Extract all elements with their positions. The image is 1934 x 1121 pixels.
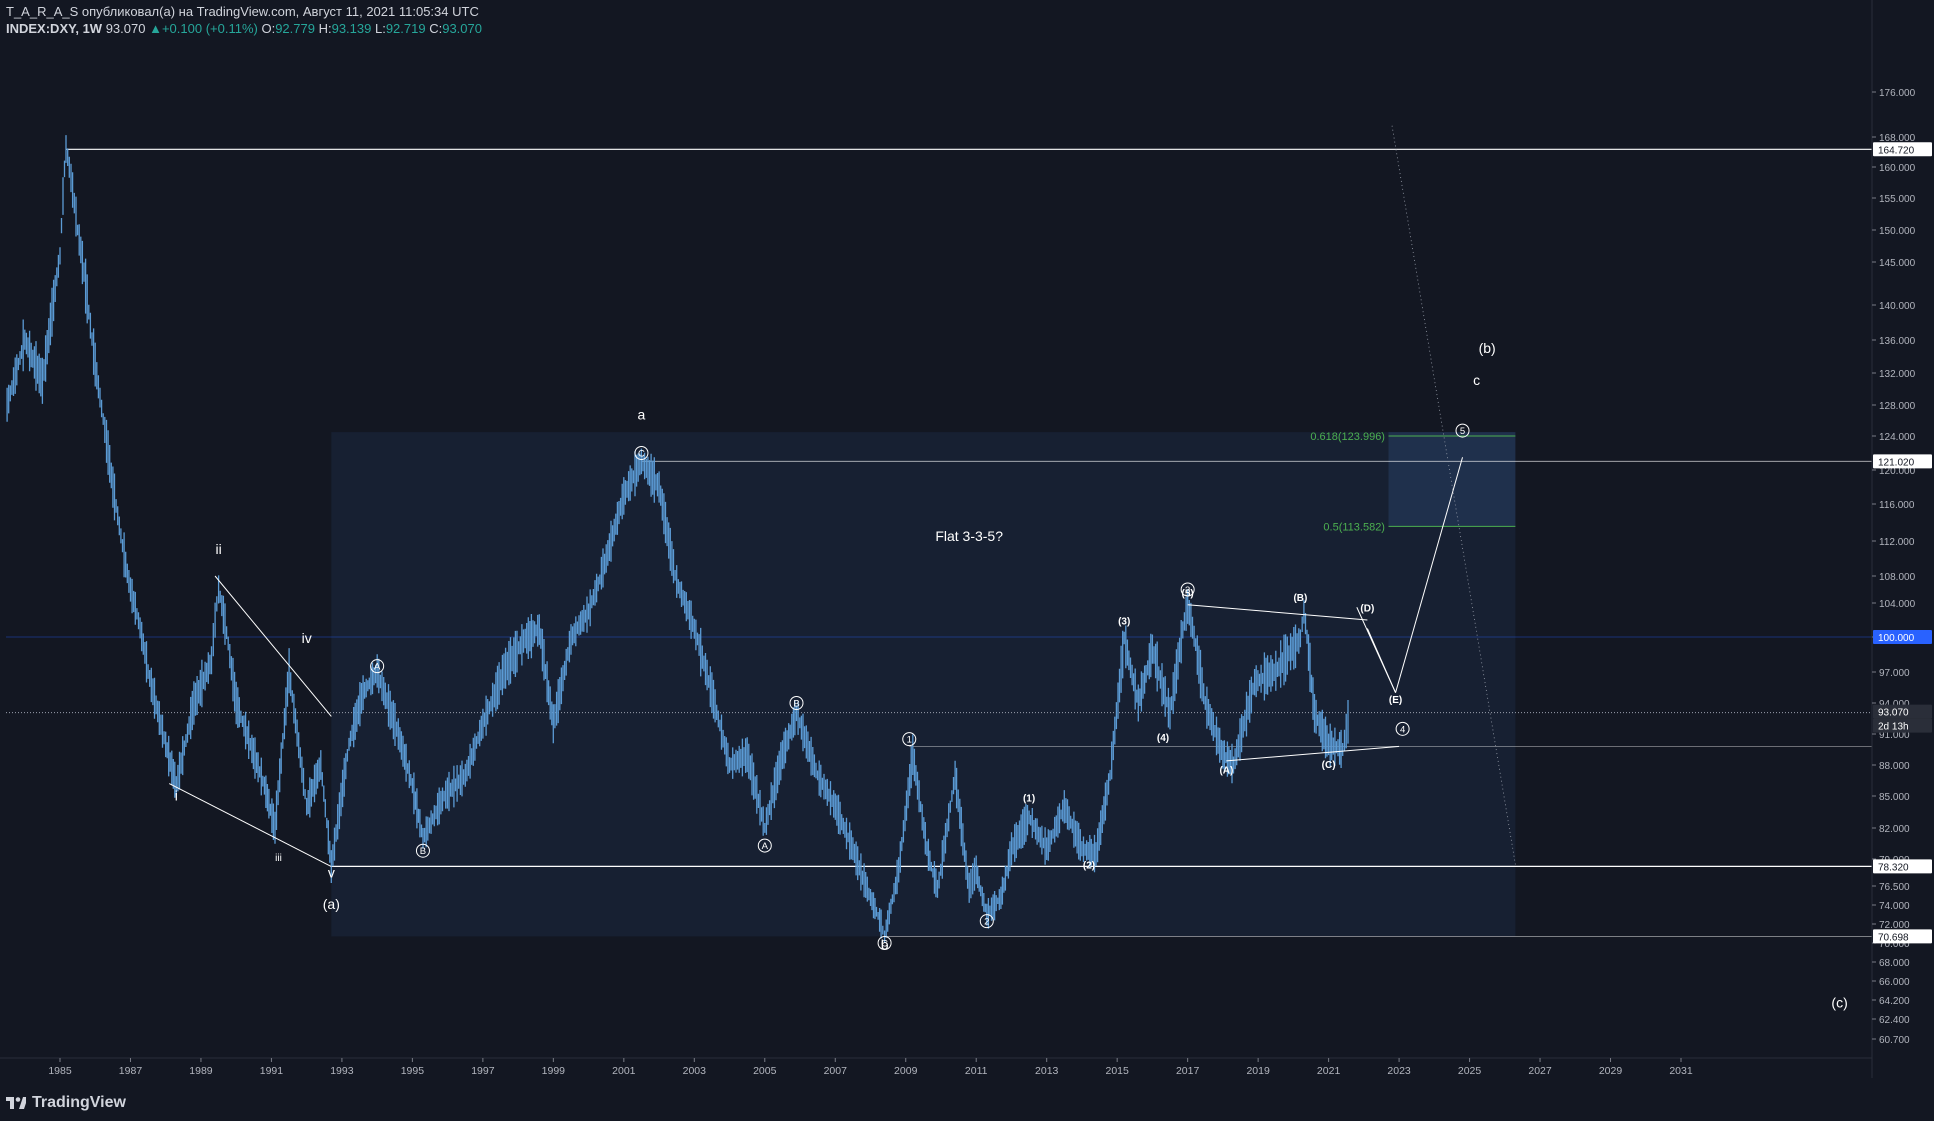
price-tick-label: 68.000 bbox=[1879, 958, 1910, 969]
wave-label: (A) bbox=[1219, 765, 1233, 776]
price-tick-label: 140.000 bbox=[1879, 301, 1916, 312]
wave-label: ii bbox=[215, 541, 221, 557]
price-tick-label: 108.000 bbox=[1879, 572, 1916, 583]
circled-wave-label: 4 bbox=[1400, 724, 1405, 735]
price-tag-label: 2d 13h bbox=[1878, 722, 1909, 733]
time-tick-label: 2025 bbox=[1458, 1065, 1482, 1077]
price-tick-label: 145.000 bbox=[1879, 258, 1916, 269]
price-tick-label: 112.000 bbox=[1879, 537, 1915, 548]
price-tag-label: 100.000 bbox=[1878, 633, 1915, 644]
price-tag-label: 121.020 bbox=[1878, 457, 1915, 468]
time-tick-label: 2009 bbox=[894, 1065, 918, 1077]
fib-label: 0.5(113.582) bbox=[1323, 521, 1385, 533]
wave-label: v bbox=[328, 864, 335, 880]
wave-label: c bbox=[1473, 372, 1480, 388]
time-tick-label: 1997 bbox=[471, 1065, 495, 1077]
time-tick-label: 2003 bbox=[683, 1065, 707, 1077]
price-tick-label: 74.000 bbox=[1879, 901, 1910, 912]
price-tick-label: 150.000 bbox=[1879, 226, 1916, 237]
wave-label: (E) bbox=[1389, 695, 1402, 706]
circled-wave-label: 3 bbox=[1185, 585, 1190, 596]
circled-wave-label: C bbox=[638, 449, 645, 460]
price-tick-label: 116.000 bbox=[1879, 500, 1915, 511]
wave-label: i bbox=[175, 787, 178, 803]
price-tick-label: 132.000 bbox=[1879, 369, 1916, 380]
price-tag-label: 70.698 bbox=[1878, 932, 1909, 943]
circled-wave-label: 5 bbox=[1460, 426, 1465, 437]
time-tick-label: 1993 bbox=[330, 1065, 354, 1077]
wave-label: (C) bbox=[1322, 760, 1336, 771]
price-tick-label: 124.000 bbox=[1879, 432, 1916, 443]
price-tick-label: 155.000 bbox=[1879, 194, 1916, 205]
time-tick-label: 1999 bbox=[542, 1065, 566, 1077]
time-tick-label: 2031 bbox=[1669, 1065, 1693, 1077]
price-tag-label: 78.320 bbox=[1878, 862, 1909, 873]
wave-label: (2) bbox=[1083, 861, 1095, 872]
circled-wave-label: A bbox=[374, 662, 381, 673]
price-tick-label: 64.200 bbox=[1879, 996, 1910, 1007]
wave-label: iv bbox=[302, 630, 312, 646]
time-tick-label: 2021 bbox=[1317, 1065, 1341, 1077]
price-tick-label: 66.000 bbox=[1879, 977, 1910, 988]
time-tick-label: 2001 bbox=[612, 1065, 636, 1077]
time-tick-label: 2023 bbox=[1387, 1065, 1411, 1077]
wave-label: (B) bbox=[1293, 593, 1307, 604]
price-tick-label: 60.700 bbox=[1879, 1035, 1910, 1046]
time-tick-label: 1985 bbox=[48, 1065, 72, 1077]
footer-brand: TradingView bbox=[6, 1092, 126, 1114]
wave-label: (b) bbox=[1479, 340, 1496, 356]
fib-label: 0.618(123.996) bbox=[1310, 431, 1385, 443]
wave-label: (1) bbox=[1023, 793, 1035, 804]
wave-label: (c) bbox=[1831, 994, 1847, 1010]
wave-label: Flat 3-3-5? bbox=[935, 528, 1003, 544]
time-tick-label: 2013 bbox=[1035, 1065, 1059, 1077]
price-tag-label: 164.720 bbox=[1878, 145, 1915, 156]
tradingview-logo-icon bbox=[6, 1097, 26, 1109]
wave-label: (4) bbox=[1157, 733, 1169, 744]
time-tick-label: 2019 bbox=[1246, 1065, 1270, 1077]
price-tick-label: 160.000 bbox=[1879, 163, 1916, 174]
price-tick-label: 76.500 bbox=[1879, 882, 1910, 893]
time-tick-label: 2007 bbox=[824, 1065, 848, 1077]
time-tick-label: 2011 bbox=[965, 1065, 988, 1077]
circled-wave-label: 2 bbox=[984, 917, 989, 928]
price-tick-label: 97.000 bbox=[1879, 668, 1910, 679]
price-tick-label: 62.400 bbox=[1879, 1015, 1910, 1026]
price-tick-label: 85.000 bbox=[1879, 792, 1910, 803]
brand-name: TradingView bbox=[32, 1094, 126, 1111]
price-tick-label: 88.000 bbox=[1879, 761, 1910, 772]
time-tick-label: 2017 bbox=[1176, 1065, 1200, 1077]
price-tag-label: 93.070 bbox=[1878, 708, 1909, 719]
time-tick-label: 1989 bbox=[189, 1065, 213, 1077]
wave-label: (D) bbox=[1360, 604, 1374, 615]
price-tick-label: 128.000 bbox=[1879, 401, 1916, 412]
time-tick-label: 2029 bbox=[1599, 1065, 1623, 1077]
price-chart[interactable]: 0.618(123.996)0.5(113.582)iiiiiiivv(a)ab… bbox=[0, 0, 1934, 1121]
wave-label: a bbox=[638, 407, 646, 423]
target-zone bbox=[1388, 432, 1516, 527]
wave-label: iii bbox=[275, 853, 282, 864]
time-tick-label: 2027 bbox=[1528, 1065, 1552, 1077]
time-tick-label: 1991 bbox=[260, 1065, 284, 1077]
time-tick-label: 1987 bbox=[119, 1065, 143, 1077]
time-tick-label: 2005 bbox=[753, 1065, 777, 1077]
time-tick-label: 2015 bbox=[1105, 1065, 1129, 1077]
circled-wave-label: A bbox=[762, 841, 769, 852]
time-tick-label: 1995 bbox=[401, 1065, 425, 1077]
wave-label: (3) bbox=[1118, 616, 1130, 627]
circled-wave-label: B bbox=[793, 699, 799, 710]
price-tick-label: 104.000 bbox=[1879, 599, 1916, 610]
price-tick-label: 136.000 bbox=[1879, 336, 1916, 347]
circled-wave-label: C bbox=[881, 939, 888, 950]
wave-label: (a) bbox=[323, 896, 340, 912]
price-tick-label: 72.000 bbox=[1879, 920, 1910, 931]
price-tick-label: 82.000 bbox=[1879, 824, 1910, 835]
price-tick-label: 176.000 bbox=[1879, 88, 1916, 99]
circled-wave-label: 1 bbox=[907, 735, 912, 746]
wave-trendline bbox=[169, 783, 332, 868]
circled-wave-label: B bbox=[420, 846, 426, 857]
